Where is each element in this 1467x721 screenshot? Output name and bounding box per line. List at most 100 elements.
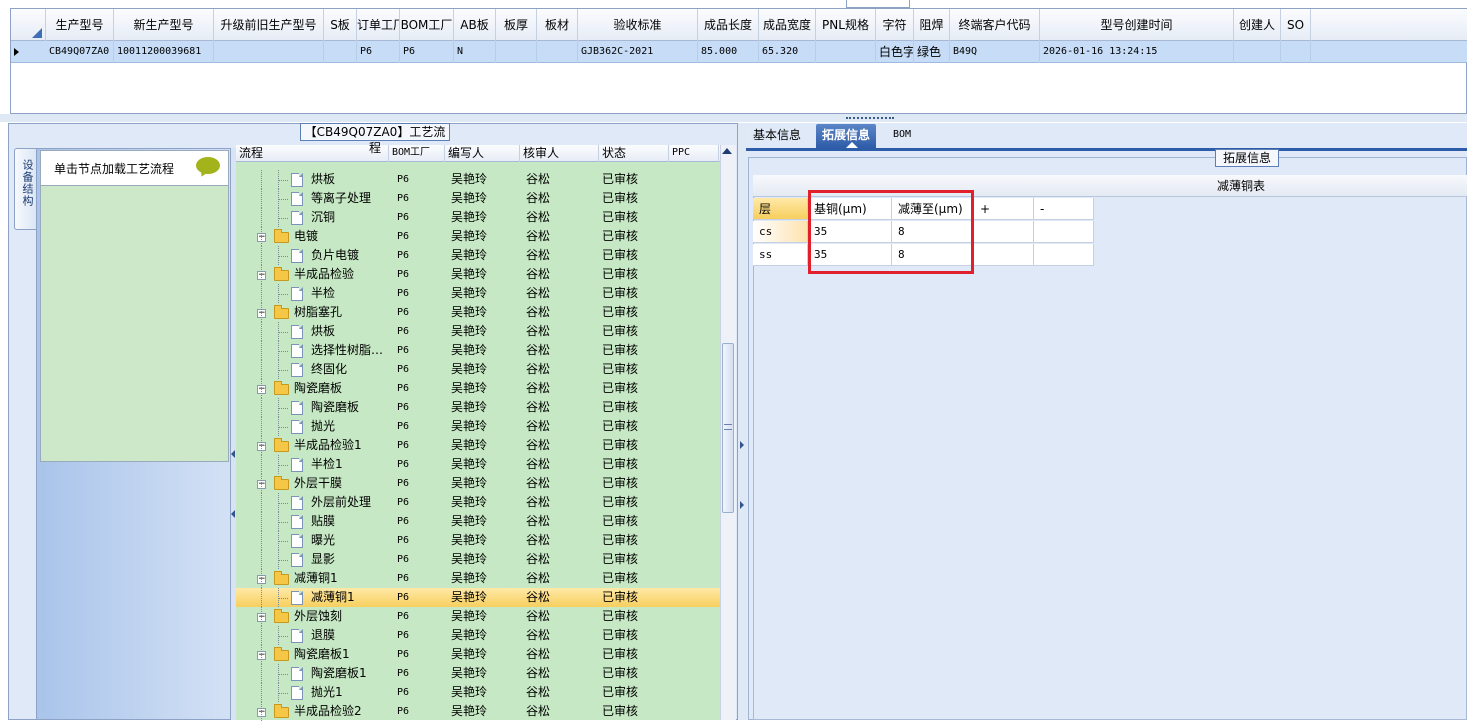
scroll-up-icon[interactable] [722,148,732,154]
table-cell[interactable] [537,41,578,63]
tree-row[interactable]: − 外层蚀刻 P6 吴艳玲 谷松 已审核 [236,607,720,626]
tree-row[interactable]: − 电镀 P6 吴艳玲 谷松 已审核 [236,227,720,246]
table-column-header[interactable]: 层 [753,198,808,220]
tree-row[interactable]: 陶瓷磨板1 P6 吴艳玲 谷松 已审核 [236,664,720,683]
tree-row[interactable]: 抛光1 P6 吴艳玲 谷松 已审核 [236,683,720,702]
column-header[interactable]: 成品长度 [698,9,759,41]
tree-row[interactable]: 负片电镀 P6 吴艳玲 谷松 已审核 [236,246,720,265]
middle-splitter[interactable] [738,123,746,720]
table-column-header[interactable]: + [974,198,1034,220]
table-cell[interactable] [324,41,357,63]
tree-row[interactable]: − 半成品检验2 P6 吴艳玲 谷松 已审核 [236,702,720,721]
tree-row[interactable]: − 减薄铜1 P6 吴艳玲 谷松 已审核 [236,569,720,588]
tree-row[interactable]: − 陶瓷磨板1 P6 吴艳玲 谷松 已审核 [236,645,720,664]
tree-row[interactable]: 烘板 P6 吴艳玲 谷松 已审核 [236,170,720,189]
tree-row[interactable]: 终固化 P6 吴艳玲 谷松 已审核 [236,360,720,379]
column-header[interactable]: 型号创建时间 [1040,9,1234,41]
column-header[interactable]: 生产型号 [46,9,114,41]
reviewer: 谷松 [526,267,551,281]
tree-row[interactable]: − 半成品检验1 P6 吴艳玲 谷松 已审核 [236,436,720,455]
tree-connector [261,284,262,303]
tree-row[interactable]: 半检1 P6 吴艳玲 谷松 已审核 [236,455,720,474]
column-header[interactable]: 终端客户代码 [950,9,1040,41]
tree-column-header[interactable]: 状态 [599,145,669,162]
table-cell[interactable]: 绿色 [914,41,950,63]
bom-factory: P6 [397,554,410,565]
table-cell[interactable]: P6 [400,41,454,63]
table-cell[interactable]: 白色字符 [876,41,914,63]
table-cell[interactable] [1034,244,1094,266]
tree-row[interactable]: 贴膜 P6 吴艳玲 谷松 已审核 [236,512,720,531]
tree-node-label: 减薄铜1 [294,571,338,585]
tree-column-header[interactable]: 编写人 [445,145,520,162]
column-header[interactable]: 订单工厂 [357,9,400,41]
table-cell[interactable]: CB49Q07ZA0 [46,41,114,63]
tree-row[interactable]: − 陶瓷磨板 P6 吴艳玲 谷松 已审核 [236,379,720,398]
collapse-right-icon[interactable] [740,501,744,509]
table-column-header[interactable]: - [1034,198,1094,220]
table-cell[interactable]: 10011200039681 [114,41,214,63]
column-header[interactable]: S板 [324,9,357,41]
column-header[interactable]: 验收标准 [578,9,698,41]
column-header[interactable]: AB板 [454,9,496,41]
table-cell[interactable] [1034,221,1094,243]
tree-row[interactable]: 陶瓷磨板 P6 吴艳玲 谷松 已审核 [236,398,720,417]
table-cell[interactable] [214,41,324,63]
collapse-right-icon[interactable] [740,441,744,449]
status: 已审核 [602,609,639,623]
table-row[interactable]: CB49Q07ZA0 10011200039681 P6 P6 N GJB362C-202… [11,41,1467,63]
column-header[interactable]: 阻焊 [914,9,950,41]
tree-row[interactable]: 抛光 P6 吴艳玲 谷松 已审核 [236,417,720,436]
table-cell[interactable] [1234,41,1281,63]
tree-row[interactable]: 曝光 P6 吴艳玲 谷松 已审核 [236,531,720,550]
tree-row[interactable]: 减薄铜1 P6 吴艳玲 谷松 已审核 [236,588,720,607]
tree-column-header[interactable]: PPC [669,145,719,162]
tree-column-header[interactable]: BOM工厂 [389,145,445,162]
column-header[interactable]: 板厚 [496,9,537,41]
tree-row[interactable]: − 半成品检验 P6 吴艳玲 谷松 已审核 [236,265,720,284]
column-header[interactable]: 字符 [876,9,914,41]
column-header[interactable]: PNL规格 [816,9,876,41]
table-cell[interactable]: 2026-01-16 13:24:15 [1040,41,1234,63]
collapse-left-icon[interactable] [231,510,235,518]
tree-row[interactable]: 等离子处理 P6 吴艳玲 谷松 已审核 [236,189,720,208]
column-header[interactable]: 新生产型号 [114,9,214,41]
tree-node-label: 退膜 [311,628,336,642]
column-header[interactable]: 成品宽度 [759,9,816,41]
tree-row[interactable]: 烘板 P6 吴艳玲 谷松 已审核 [236,322,720,341]
tree-row[interactable]: 沉铜 P6 吴艳玲 谷松 已审核 [236,208,720,227]
table-cell[interactable]: 85.000 [698,41,759,63]
table-cell[interactable]: ss [753,244,808,266]
column-header[interactable]: 板材 [537,9,578,41]
table-cell[interactable] [974,221,1034,243]
tab-bom[interactable]: BOM [887,124,917,148]
table-cell[interactable]: GJB362C-2021 [578,41,698,63]
tree-row[interactable]: 半检 P6 吴艳玲 谷松 已审核 [236,284,720,303]
table-cell[interactable] [816,41,876,63]
column-header[interactable]: 升级前旧生产型号 [214,9,324,41]
table-cell[interactable]: N [454,41,496,63]
column-header[interactable]: SO [1281,9,1311,41]
tree-row[interactable]: 外层前处理 P6 吴艳玲 谷松 已审核 [236,493,720,512]
top-collapse-button[interactable] [846,0,910,8]
tree-row[interactable]: 显影 P6 吴艳玲 谷松 已审核 [236,550,720,569]
horizontal-splitter[interactable] [0,114,1467,122]
tree-row[interactable]: − 外层干膜 P6 吴艳玲 谷松 已审核 [236,474,720,493]
tab-basic-info[interactable]: 基本信息 [747,124,807,148]
tree-row[interactable]: − 树脂塞孔 P6 吴艳玲 谷松 已审核 [236,303,720,322]
column-header[interactable]: BOM工厂 [400,9,454,41]
tree-column-header[interactable]: 流程 [236,145,389,162]
table-cell[interactable] [496,41,537,63]
column-header[interactable]: 创建人 [1234,9,1281,41]
table-cell[interactable]: cs [753,221,808,243]
table-cell[interactable]: B49Q [950,41,1040,63]
table-cell[interactable] [974,244,1034,266]
table-cell[interactable]: 65.320 [759,41,816,63]
tree-row[interactable]: 退膜 P6 吴艳玲 谷松 已审核 [236,626,720,645]
table-cell[interactable]: P6 [357,41,400,63]
collapse-left-icon[interactable] [231,450,235,458]
tree-column-header[interactable]: 核审人 [520,145,599,162]
table-cell[interactable] [1281,41,1311,63]
tree-row[interactable]: 选择性树脂… P6 吴艳玲 谷松 已审核 [236,341,720,360]
tab-device-structure[interactable]: 设备结构 [14,148,36,230]
